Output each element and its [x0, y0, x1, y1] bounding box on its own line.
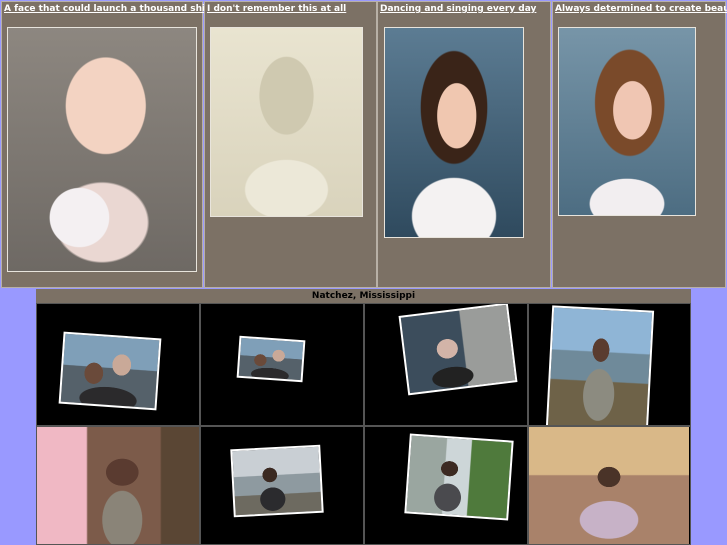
gallery-title: Natchez, Mississippi — [36, 289, 691, 303]
couple-snapshot[interactable] — [236, 335, 306, 383]
boy-vintage-portrait-photo[interactable] — [210, 27, 363, 217]
portrait-row: A face that could launch a thousand ship… — [0, 0, 727, 289]
woman-by-water-snapshot[interactable] — [545, 305, 655, 425]
portrait-cell: I don't remember this at all — [204, 1, 377, 288]
gallery-tile[interactable] — [36, 426, 200, 545]
woman-on-sofa-photo[interactable] — [529, 427, 689, 544]
couple-snapshot[interactable] — [58, 331, 162, 411]
gallery-tile[interactable] — [200, 303, 364, 426]
woman-at-beach-snapshot[interactable] — [230, 444, 324, 518]
gallery-tile[interactable] — [200, 426, 364, 545]
portrait-cell: A face that could launch a thousand ship… — [1, 1, 217, 288]
girl-portrait-photo[interactable] — [384, 27, 524, 238]
portrait-caption-link[interactable]: Dancing and singing every day — [380, 4, 536, 14]
woman-in-yard-snapshot[interactable] — [404, 433, 514, 521]
portrait-cell: Dancing and singing every day — [377, 1, 551, 288]
gallery-tile[interactable] — [528, 303, 691, 426]
girl-portrait-photo[interactable] — [558, 27, 696, 216]
gallery-tile[interactable] — [364, 303, 528, 426]
natchez-gallery: Natchez, Mississippi — [36, 289, 691, 545]
gallery-tile[interactable] — [364, 426, 528, 545]
portrait-caption-link[interactable]: A face that could launch a thousand ship… — [4, 4, 217, 14]
gallery-tile[interactable] — [36, 303, 200, 426]
woman-in-room-photo[interactable] — [37, 427, 199, 544]
portrait-caption-link[interactable]: I don't remember this at all — [207, 4, 346, 14]
man-on-porch-snapshot[interactable] — [398, 304, 518, 396]
portrait-cell: Always determined to create beauty — [552, 1, 727, 288]
gallery-tile[interactable] — [528, 426, 691, 545]
portrait-caption-link[interactable]: Always determined to create beauty — [555, 4, 727, 14]
toddler-portrait-photo[interactable] — [7, 27, 197, 272]
